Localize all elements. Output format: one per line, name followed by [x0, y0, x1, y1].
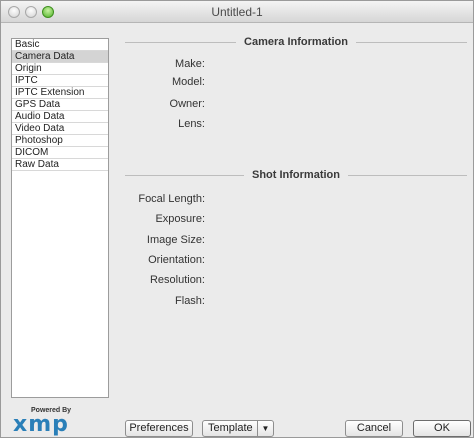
make-label: Make: [175, 58, 205, 70]
sidebar-item-basic[interactable]: Basic [12, 39, 108, 51]
sidebar-item-raw-data[interactable]: Raw Data [12, 159, 108, 171]
sidebar-item-audio-data[interactable]: Audio Data [12, 111, 108, 123]
shot-information-title: Shot Information [252, 169, 340, 181]
cancel-button[interactable]: Cancel [345, 420, 403, 437]
owner-label: Owner: [169, 98, 205, 110]
camera-information-header: Camera Information [125, 36, 468, 48]
sidebar-item-photoshop[interactable]: Photoshop [12, 135, 108, 147]
title-bar[interactable]: Untitled-1 [1, 1, 473, 23]
camera-information-title: Camera Information [244, 36, 348, 48]
category-list[interactable]: Basic Camera Data Origin IPTC IPTC Extension… [11, 38, 109, 398]
window-title: Untitled-1 [211, 5, 263, 19]
sidebar-item-dicom[interactable]: DICOM [12, 147, 108, 159]
template-dropdown-button[interactable]: Template ▼ [202, 420, 274, 437]
lens-label: Lens: [178, 118, 205, 130]
orientation-label: Orientation: [148, 254, 205, 266]
resolution-label: Resolution: [149, 274, 205, 286]
ok-button[interactable]: OK [413, 420, 471, 437]
sidebar-item-video-data[interactable]: Video Data [12, 123, 108, 135]
sidebar-item-camera-data[interactable]: Camera Data [12, 51, 108, 63]
template-button-label: Template [208, 422, 253, 434]
dialog-window: Untitled-1 Basic Camera Data Origin IPTC IPT… [0, 0, 474, 438]
shot-information-header: Shot Information [125, 169, 467, 181]
exposure-label: Exposure: [155, 213, 205, 225]
model-label: Model: [171, 76, 205, 88]
image-size-label: Image Size: [146, 234, 205, 246]
sidebar-item-gps-data[interactable]: GPS Data [12, 99, 108, 111]
sidebar-item-iptc-extension[interactable]: IPTC Extension [12, 87, 108, 99]
sidebar-item-origin[interactable]: Origin [12, 63, 108, 75]
focal-length-label: Focal Length: [138, 193, 205, 205]
xmp-logo: xmp [13, 412, 69, 437]
preferences-button[interactable]: Preferences [125, 420, 193, 437]
chevron-down-icon: ▼ [257, 421, 273, 436]
flash-label: Flash: [175, 295, 205, 307]
sidebar-item-iptc[interactable]: IPTC [12, 75, 108, 87]
